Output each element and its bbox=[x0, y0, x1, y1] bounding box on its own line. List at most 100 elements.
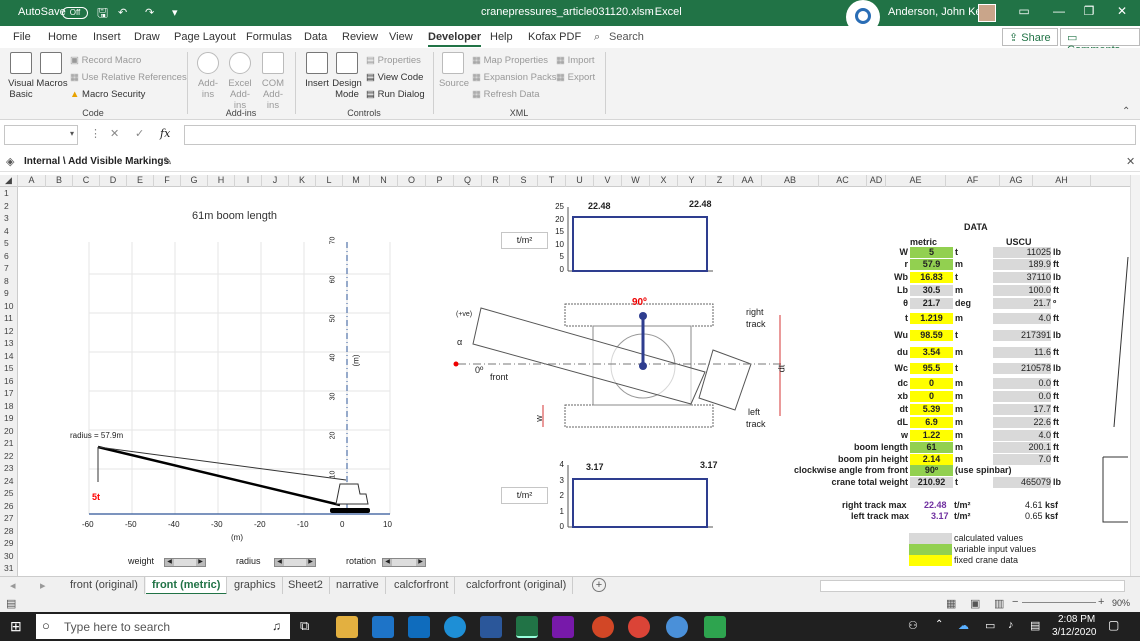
volume-icon[interactable]: ♪ bbox=[1008, 619, 1014, 631]
column-header[interactable]: B bbox=[46, 175, 73, 187]
row-header[interactable]: 7 bbox=[0, 263, 18, 273]
file-explorer-icon[interactable] bbox=[336, 616, 358, 638]
zoom-level[interactable]: 90% bbox=[1112, 598, 1130, 608]
save-icon[interactable]: 🖫 bbox=[97, 4, 108, 26]
column-header[interactable]: AF bbox=[946, 175, 1000, 187]
outlook-icon[interactable] bbox=[408, 616, 430, 638]
formula-input[interactable] bbox=[184, 125, 1136, 145]
app-icon[interactable] bbox=[666, 616, 688, 638]
page-layout-view-icon[interactable]: ▣ bbox=[970, 597, 980, 610]
normal-view-icon[interactable]: ▦ bbox=[946, 597, 956, 610]
design-mode-button[interactable]: Design Mode bbox=[330, 78, 364, 100]
enter-icon[interactable]: ✓ bbox=[135, 127, 144, 140]
page-break-view-icon[interactable]: ▥ bbox=[994, 597, 1004, 610]
row-header[interactable]: 21 bbox=[0, 438, 18, 448]
data-row-metric-value[interactable]: 61 bbox=[910, 442, 953, 453]
row-header[interactable]: 27 bbox=[0, 513, 18, 523]
zoom-out-icon[interactable]: − bbox=[1012, 596, 1018, 608]
row-header[interactable]: 13 bbox=[0, 338, 18, 348]
row-header[interactable]: 1 bbox=[0, 188, 18, 198]
com-addins-icon[interactable] bbox=[262, 52, 284, 74]
macros-button[interactable]: Macros bbox=[36, 78, 68, 89]
gear-icon[interactable] bbox=[229, 52, 251, 74]
row-header[interactable]: 30 bbox=[0, 551, 18, 561]
row-header[interactable]: 22 bbox=[0, 451, 18, 461]
column-header[interactable]: F bbox=[154, 175, 181, 187]
map-properties-button[interactable]: ▦ Map Properties bbox=[472, 55, 548, 66]
properties-button[interactable]: ▤ Properties bbox=[366, 55, 421, 66]
chrome-icon[interactable] bbox=[628, 616, 650, 638]
addins-button[interactable]: Add-ins bbox=[192, 78, 224, 100]
customize-qat-icon[interactable]: ▾ bbox=[172, 6, 178, 19]
refresh-data-button[interactable]: ▦ Refresh Data bbox=[472, 89, 540, 100]
row-header[interactable]: 4 bbox=[0, 226, 18, 236]
onedrive-icon[interactable]: ☁ bbox=[958, 619, 969, 632]
row-header[interactable]: 26 bbox=[0, 501, 18, 511]
zoom-slider[interactable] bbox=[1022, 602, 1096, 603]
notifications-icon[interactable]: ▢ bbox=[1108, 618, 1119, 632]
avatar[interactable] bbox=[978, 4, 996, 22]
row-header[interactable]: 18 bbox=[0, 401, 18, 411]
column-header[interactable]: AB bbox=[762, 175, 819, 187]
money-app-icon[interactable] bbox=[704, 616, 726, 638]
column-header[interactable]: D bbox=[100, 175, 127, 187]
autosave-toggle[interactable]: Off bbox=[62, 7, 88, 19]
expansion-packs-button[interactable]: ▦ Expansion Packs bbox=[472, 72, 557, 83]
row-header[interactable]: 25 bbox=[0, 488, 18, 498]
column-header[interactable]: O bbox=[398, 175, 426, 187]
column-header[interactable]: AC bbox=[819, 175, 867, 187]
column-header[interactable]: AD bbox=[867, 175, 886, 187]
menu-home[interactable]: Home bbox=[48, 31, 77, 43]
row-header[interactable]: 31 bbox=[0, 563, 18, 573]
tray-chevron-icon[interactable]: ⌃ bbox=[935, 619, 943, 630]
edge-icon[interactable] bbox=[372, 616, 394, 638]
column-header[interactable]: X bbox=[650, 175, 678, 187]
row-header[interactable]: 19 bbox=[0, 413, 18, 423]
row-header[interactable]: 10 bbox=[0, 301, 18, 311]
column-header[interactable]: G bbox=[181, 175, 208, 187]
menu-formulas[interactable]: Formulas bbox=[246, 31, 292, 43]
menu-data[interactable]: Data bbox=[304, 31, 327, 43]
insert-control-button[interactable]: Insert bbox=[302, 78, 332, 89]
row-header[interactable]: 3 bbox=[0, 213, 18, 223]
visual-basic-button[interactable]: Visual Basic bbox=[4, 78, 38, 100]
design-mode-icon[interactable] bbox=[336, 52, 358, 74]
row-header[interactable]: 28 bbox=[0, 526, 18, 536]
name-box[interactable] bbox=[4, 125, 78, 145]
column-header[interactable]: V bbox=[594, 175, 622, 187]
rotation-spinbar[interactable]: ◀ ▶ bbox=[382, 558, 426, 567]
onenote-icon[interactable] bbox=[552, 616, 574, 638]
share-button[interactable]: ⇪ Share bbox=[1002, 28, 1058, 46]
close-bar-icon[interactable]: ✕ bbox=[1126, 155, 1135, 168]
row-header[interactable]: 15 bbox=[0, 363, 18, 373]
column-header[interactable]: J bbox=[262, 175, 289, 187]
row-header[interactable]: 9 bbox=[0, 288, 18, 298]
tab-sheet2[interactable]: Sheet2 bbox=[282, 577, 330, 595]
redo-icon[interactable]: ↷ bbox=[145, 6, 154, 19]
minimize-button[interactable]: — bbox=[1045, 4, 1073, 22]
com-addins-button[interactable]: COM Add-ins bbox=[257, 78, 289, 111]
close-button[interactable]: ✕ bbox=[1108, 4, 1136, 22]
column-header[interactable]: AA bbox=[734, 175, 762, 187]
row-header[interactable]: 16 bbox=[0, 376, 18, 386]
windows-start-icon[interactable]: ⊞ bbox=[10, 618, 22, 635]
excel-addins-button[interactable]: Excel Add-ins bbox=[224, 78, 256, 111]
menu-kofax-pdf[interactable]: Kofax PDF bbox=[528, 31, 581, 43]
powerpoint-icon[interactable] bbox=[592, 616, 614, 638]
search-icon[interactable]: ⌕ bbox=[594, 31, 600, 44]
column-header[interactable]: N bbox=[370, 175, 398, 187]
search-label[interactable]: Search bbox=[609, 31, 644, 43]
column-header[interactable]: R bbox=[482, 175, 510, 187]
toolbox-icon[interactable] bbox=[306, 52, 328, 74]
menu-view[interactable]: View bbox=[389, 31, 413, 43]
macro-record-icon[interactable]: ▤ bbox=[6, 597, 16, 610]
tab-graphics[interactable]: graphics bbox=[228, 577, 283, 595]
taskbar-search[interactable]: ○ Type here to search ♫ bbox=[36, 614, 290, 639]
collapse-ribbon-icon[interactable]: ⌃ bbox=[1122, 106, 1130, 117]
menu-insert[interactable]: Insert bbox=[93, 31, 121, 43]
cancel-icon[interactable]: ✕ bbox=[110, 127, 119, 140]
column-header[interactable]: U bbox=[566, 175, 594, 187]
column-header[interactable]: AE bbox=[886, 175, 946, 187]
view-code-button[interactable]: ▤ View Code bbox=[366, 72, 423, 83]
data-row-metric-value[interactable]: 90º bbox=[910, 465, 953, 476]
